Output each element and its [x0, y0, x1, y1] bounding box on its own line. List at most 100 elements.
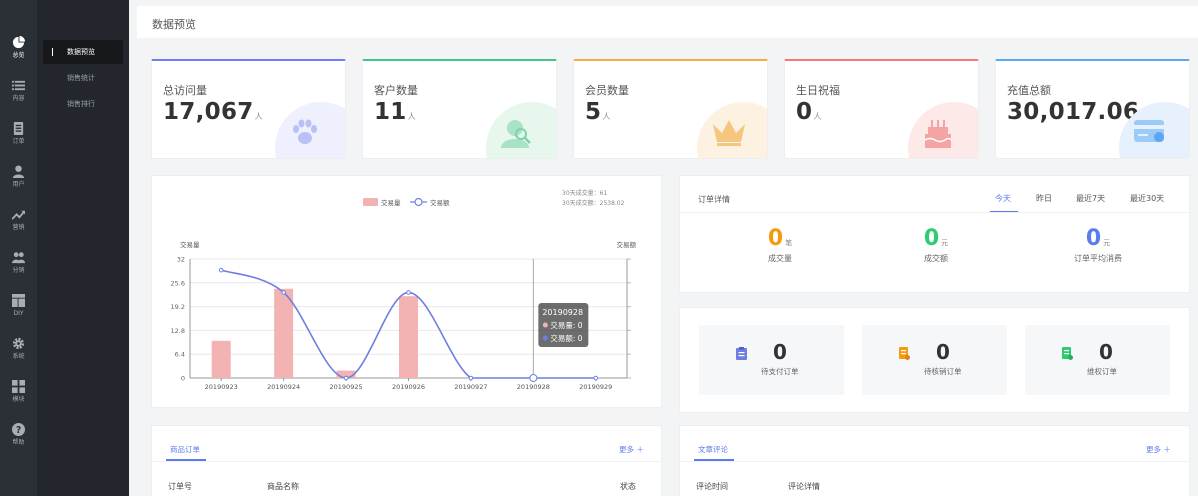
top-bar: 数据预览 — [137, 6, 1198, 38]
stat-value: 17,067人 — [163, 99, 263, 125]
line-point — [468, 375, 474, 381]
column-header-comment-detail: 评论详情 — [788, 482, 820, 491]
stat-number: 11 — [374, 99, 407, 125]
line-point — [529, 374, 538, 382]
stat-decoration — [275, 102, 345, 158]
x-tick-label: 20190929 — [579, 383, 612, 391]
user-icon — [12, 164, 25, 178]
metric-value: 0 — [1085, 226, 1102, 251]
rail-item-users[interactable]: 用户 — [0, 155, 37, 197]
y-axis-title: 交易量 — [180, 240, 200, 249]
clipboard-icon — [736, 347, 747, 360]
subnav-item-sales-ranking[interactable]: 销售排行 — [43, 92, 123, 116]
column-header-comment-time: 评论时间 — [696, 482, 728, 491]
tab-today[interactable]: 今天 — [995, 193, 1011, 204]
rail-item-distribution[interactable]: 分销 — [0, 241, 37, 283]
stat-card-total-visits: 总访问量 17,067人 — [151, 59, 346, 159]
more-link[interactable]: 更多 ＋ — [619, 444, 644, 455]
rail-item-help[interactable]: ? 帮助 — [0, 413, 37, 455]
chart-summary-text: 30天成交额：2538.02 — [562, 199, 625, 207]
user-search-icon — [501, 120, 531, 148]
pending-payment-box[interactable]: 0 待支付订单 — [699, 325, 844, 395]
stat-label: 会员数量 — [585, 84, 629, 97]
metric-avg-order: 0元 订单平均消费 — [1013, 226, 1183, 264]
subnav-item-data-preview[interactable]: 数据预览 — [43, 40, 123, 64]
stat-value: 0人 — [796, 99, 822, 125]
metric-unit: 元 — [1103, 239, 1111, 247]
order-detail-title: 订单详情 — [698, 195, 730, 204]
tab-article-comments[interactable]: 文章评论 — [698, 444, 728, 455]
y-tick-label: 19.2 — [171, 303, 185, 311]
rail-item-overview[interactable]: 总览 — [0, 26, 37, 68]
stat-decoration — [486, 102, 556, 158]
tab-last-30-days[interactable]: 最近30天 — [1130, 193, 1164, 204]
metric-trade-amount: 0元 成交额 — [851, 226, 1021, 264]
rights-protection-box[interactable]: 0 维权订单 — [1025, 325, 1170, 395]
line-point — [406, 290, 411, 295]
stat-number: 0 — [796, 99, 813, 125]
tab-goods-orders[interactable]: 商品订单 — [170, 444, 200, 455]
stat-number: 5 — [585, 99, 602, 125]
metric-value: 0 — [923, 226, 940, 251]
stat-value: 11人 — [374, 99, 416, 125]
stat-unit: 人 — [407, 112, 416, 121]
icon-rail: 总览 内容 订单 用户 营销 分销 DIY 系统 模块 ? 帮助 — [0, 0, 37, 496]
rail-item-label: 内容 — [12, 94, 25, 102]
metric-caption: 成交额 — [924, 254, 948, 263]
metric-unit: 笔 — [785, 239, 793, 247]
line-point — [343, 375, 349, 381]
rail-item-marketing[interactable]: 营销 — [0, 198, 37, 240]
stat-decoration — [697, 102, 767, 158]
stat-unit: 人 — [602, 112, 611, 121]
rail-item-diy[interactable]: DIY — [0, 284, 37, 326]
cake-icon — [924, 120, 952, 148]
metric-caption: 订单平均消费 — [1074, 254, 1122, 263]
x-tick-label: 20190925 — [330, 383, 363, 391]
chart-summary-text: 30天成交量：61 — [562, 189, 607, 197]
divider — [152, 461, 663, 462]
y2-axis-title: 交易额 — [617, 240, 637, 249]
stat-label: 生日祝福 — [796, 84, 840, 97]
tooltip-line: 交易量: 0 — [550, 320, 582, 330]
pending-caption: 待支付订单 — [761, 367, 799, 376]
grid-icon — [12, 379, 25, 393]
column-header-status: 状态 — [620, 482, 636, 491]
metric-trade-count: 0笔 成交量 — [695, 226, 865, 264]
metric-unit: 元 — [941, 239, 949, 247]
rail-item-modules[interactable]: 模块 — [0, 370, 37, 412]
trade-chart[interactable]: 交易量 交易额30天成交量：6130天成交额：2538.02交易量 交易额06.41… — [152, 176, 663, 409]
crown-icon — [713, 120, 745, 146]
x-tick-label: 20190926 — [392, 383, 425, 391]
card-icon — [1134, 120, 1164, 142]
rail-item-content[interactable]: 内容 — [0, 69, 37, 111]
pending-verify-box[interactable]: 0 待核销订单 — [862, 325, 1007, 395]
voucher-icon — [899, 347, 910, 360]
stat-card-members: 会员数量 5人 — [573, 59, 768, 159]
goods-orders-card: 商品订单 更多 ＋ 订单号 商品名称 状态 — [151, 425, 663, 496]
subnav-item-label: 销售排行 — [67, 100, 95, 108]
tab-yesterday[interactable]: 昨日 — [1036, 193, 1052, 204]
metric-caption: 成交量 — [768, 254, 792, 263]
stat-value: 5人 — [585, 99, 611, 125]
divider — [680, 461, 1191, 462]
tab-last-7-days[interactable]: 最近7天 — [1076, 193, 1105, 204]
more-link[interactable]: 更多 ＋ — [1146, 444, 1171, 455]
stat-card-recharge-total: 充值总额 30,017.06元 — [995, 59, 1190, 159]
rail-item-label: 用户 — [12, 180, 25, 188]
tooltip-marker — [542, 322, 548, 328]
bar — [274, 288, 294, 378]
rail-item-orders[interactable]: 订单 — [0, 112, 37, 154]
stat-label: 充值总额 — [1007, 84, 1051, 97]
subnav-item-sales-stats[interactable]: 销售统计 — [43, 66, 123, 90]
svg-text:?: ? — [16, 424, 21, 435]
rail-item-label: 总览 — [12, 51, 25, 59]
bar — [211, 340, 231, 378]
stat-label: 总访问量 — [163, 84, 207, 97]
subnav-item-label: 数据预览 — [67, 48, 95, 56]
tooltip-marker — [542, 335, 548, 341]
y-tick-label: 6.4 — [175, 351, 185, 359]
legend-swatch-bar — [363, 198, 378, 206]
rail-item-system[interactable]: 系统 — [0, 327, 37, 369]
x-tick-label: 20190924 — [267, 383, 300, 391]
subnav-item-label: 销售统计 — [67, 74, 95, 82]
